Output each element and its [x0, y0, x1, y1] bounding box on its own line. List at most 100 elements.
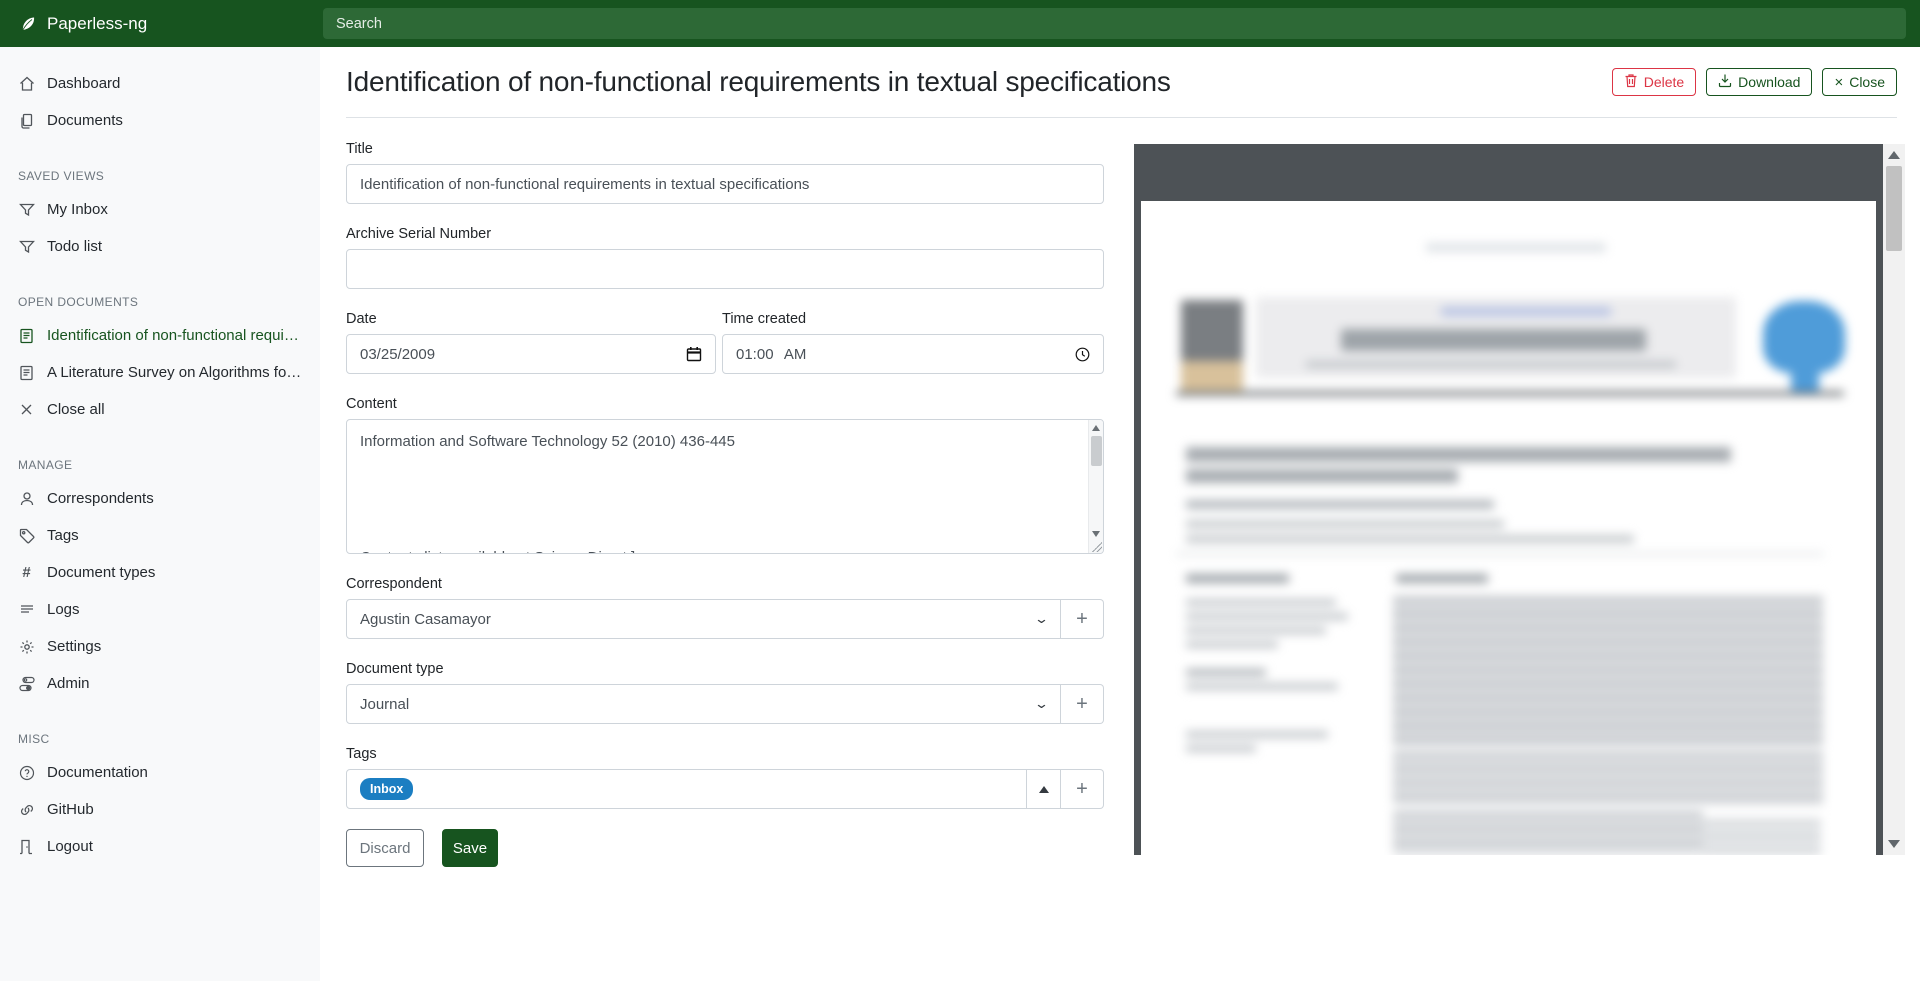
blur-line: [1186, 599, 1336, 606]
scroll-down-icon[interactable]: [1888, 840, 1900, 848]
hash-icon: #: [18, 564, 35, 581]
sidebar-item-logout[interactable]: Logout: [0, 828, 320, 865]
document-type-label: Document type: [346, 661, 1104, 677]
blur-line: [1186, 745, 1256, 752]
blur-line: [1186, 731, 1328, 738]
trash-icon: [1624, 73, 1638, 91]
tags-input[interactable]: Inbox: [346, 769, 1027, 809]
blur-line: [1306, 361, 1676, 368]
add-correspondent-button[interactable]: +: [1061, 599, 1104, 639]
document-type-select[interactable]: Journal ⌄: [346, 684, 1061, 724]
journal-logo-blur: [1181, 300, 1243, 361]
sidebar-close-all[interactable]: Close all: [0, 391, 320, 428]
content-label: Content: [346, 396, 1104, 412]
sidebar-item-settings[interactable]: Settings: [0, 628, 320, 665]
saved-views-header: SAVED VIEWS: [0, 169, 320, 183]
chevron-down-icon: ⌄: [1034, 611, 1049, 627]
add-tag-button[interactable]: +: [1061, 769, 1104, 809]
pdf-preview-pane[interactable]: [1134, 144, 1883, 855]
archive-serial-number-input[interactable]: [346, 249, 1104, 289]
top-navbar: Paperless-ng: [0, 0, 1920, 47]
close-button[interactable]: × Close: [1822, 68, 1897, 96]
blur-line: [1426, 243, 1606, 252]
sidebar-item-document-types[interactable]: # Document types: [0, 554, 320, 591]
date-input[interactable]: 03/25/2009: [346, 334, 716, 374]
title-label: Title: [346, 141, 1104, 157]
calendar-icon[interactable]: [686, 346, 702, 362]
filter-icon: [18, 238, 35, 255]
download-icon: [1718, 73, 1732, 91]
blur-line: [1186, 683, 1338, 690]
door-logout-icon: [18, 838, 35, 855]
sidebar-item-todo-list[interactable]: Todo list: [0, 228, 320, 265]
sidebar-item-dashboard[interactable]: Dashboard: [0, 65, 320, 102]
pdf-page-content: [1141, 201, 1876, 855]
journal-logo-blur: [1181, 361, 1243, 391]
person-icon: [18, 490, 35, 507]
scroll-down-icon[interactable]: [1092, 531, 1100, 537]
publisher-logo-blur: [1763, 301, 1845, 373]
question-circle-icon: [18, 764, 35, 781]
banner-rule: [1176, 391, 1844, 396]
chevron-down-icon: ⌄: [1034, 696, 1049, 712]
blur-line: [1441, 307, 1611, 316]
abstract-text-blur: [1393, 811, 1703, 855]
search-input[interactable]: [323, 8, 1906, 39]
download-button[interactable]: Download: [1706, 68, 1812, 96]
sidebar-item-correspondents[interactable]: Correspondents: [0, 480, 320, 517]
close-icon: [18, 401, 35, 418]
clock-icon[interactable]: [1075, 347, 1090, 362]
sidebar-item-tags[interactable]: Tags: [0, 517, 320, 554]
content-textarea[interactable]: Information and Software Technology 52 (…: [346, 419, 1104, 554]
sidebar-item-admin[interactable]: Admin: [0, 665, 320, 702]
app-brand[interactable]: Paperless-ng: [18, 0, 147, 47]
sidebar: Dashboard Documents SAVED VIEWS My Inbox…: [0, 47, 320, 981]
add-document-type-button[interactable]: +: [1061, 684, 1104, 724]
blur-line: [1186, 627, 1326, 634]
affiliation-blur: [1186, 520, 1504, 528]
preview-scrollbar[interactable]: [1883, 144, 1905, 855]
sidebar-item-documents[interactable]: Documents: [0, 102, 320, 139]
toggles-icon: [18, 675, 35, 692]
paperless-app: Paperless-ng Dashboard Documents SAVED V…: [0, 0, 1920, 981]
tag-badge-inbox[interactable]: Inbox: [360, 778, 413, 800]
correspondent-label: Correspondent: [346, 576, 1104, 592]
discard-button[interactable]: Discard: [346, 829, 424, 867]
time-created-input[interactable]: 01:00 AM: [722, 334, 1104, 374]
tags-label: Tags: [346, 746, 1104, 762]
content-scrollbar[interactable]: [1088, 420, 1103, 553]
sidebar-item-github[interactable]: GitHub: [0, 791, 320, 828]
sidebar-open-document-1[interactable]: Identification of non-functional require…: [0, 317, 320, 354]
scrollbar-thumb[interactable]: [1091, 436, 1102, 466]
scroll-up-icon[interactable]: [1092, 425, 1100, 431]
document-actions: Delete Download × Close: [1612, 68, 1897, 96]
sidebar-item-my-inbox[interactable]: My Inbox: [0, 191, 320, 228]
affiliation-blur: [1186, 535, 1634, 543]
publisher-logo-blur: [1791, 369, 1819, 391]
page-title: Identification of non-functional require…: [346, 66, 1171, 98]
scroll-up-icon[interactable]: [1888, 151, 1900, 159]
open-documents-header: OPEN DOCUMENTS: [0, 295, 320, 309]
abstract-text-blur: [1393, 596, 1823, 746]
close-icon: ×: [1834, 75, 1843, 90]
sidebar-item-documentation[interactable]: Documentation: [0, 754, 320, 791]
sidebar-open-document-2[interactable]: A Literature Survey on Algorithms for Mu…: [0, 354, 320, 391]
home-icon: [18, 75, 35, 92]
caret-up-icon: [1039, 786, 1049, 793]
link-icon: [18, 801, 35, 818]
journal-title-blur: [1341, 329, 1646, 351]
file-text-icon: [18, 364, 35, 381]
resize-grip[interactable]: [1092, 542, 1102, 552]
abstract-text-blur: [1703, 819, 1821, 855]
save-button[interactable]: Save: [442, 829, 498, 867]
delete-button[interactable]: Delete: [1612, 68, 1696, 96]
scrollbar-thumb[interactable]: [1886, 166, 1902, 251]
date-label: Date: [346, 311, 716, 327]
correspondent-select[interactable]: Agustin Casamayor ⌄: [346, 599, 1061, 639]
section-rule: [1176, 553, 1824, 555]
document-edit-form: Title Archive Serial Number Date 03/25/2…: [346, 118, 1104, 867]
sidebar-item-logs[interactable]: Logs: [0, 591, 320, 628]
column-header-blur: [1396, 574, 1488, 583]
tags-dropdown-button[interactable]: [1027, 769, 1061, 809]
title-input[interactable]: [346, 164, 1104, 204]
